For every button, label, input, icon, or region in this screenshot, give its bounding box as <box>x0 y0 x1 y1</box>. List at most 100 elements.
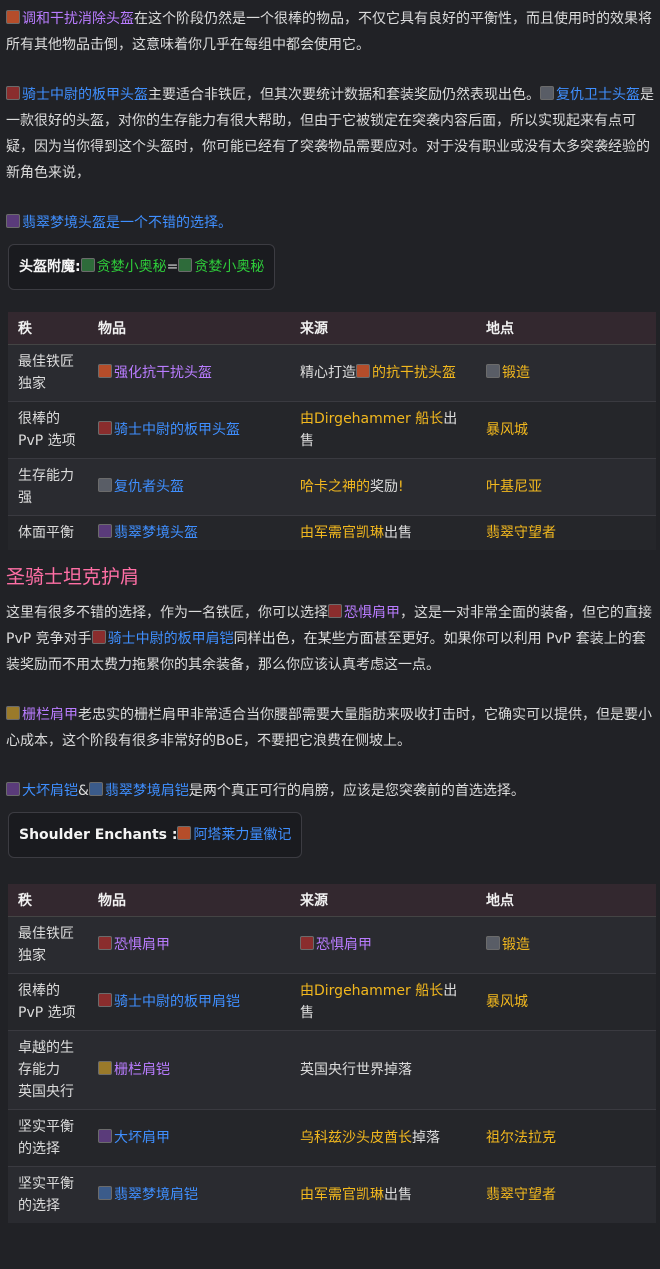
item-link[interactable]: 翡翠梦境头盔 <box>22 215 106 231</box>
helm-item-icon <box>6 10 20 24</box>
item-link[interactable]: 恐惧肩甲 <box>344 605 400 621</box>
rank-cell: 卓越的生存能力 英国央行 <box>8 1030 88 1110</box>
source-link[interactable]: 的抗干扰头盔 <box>372 365 456 381</box>
enchant-label: Shoulder Enchants : <box>19 827 178 843</box>
table-row: 卓越的生存能力 英国央行 栅栏肩铠 英国央行世界掉落 <box>8 1030 656 1110</box>
source-link[interactable]: 恐惧肩甲 <box>316 937 372 953</box>
guide-content: 调和干扰消除头盔在这个阶段仍然是一个很棒的物品，不仅它具有良好的平衡性，而且使用… <box>0 0 660 1223</box>
anvil-icon <box>486 364 500 378</box>
item-icon <box>98 364 112 378</box>
quest-marker-icon: ! <box>398 479 404 495</box>
helm-item-icon <box>6 214 20 228</box>
helm-item-icon <box>540 86 554 100</box>
location-link[interactable]: 翡翠守望者 <box>486 1187 556 1203</box>
enchant-icon <box>178 258 193 272</box>
shoulder-enchant-box: Shoulder Enchants : 阿塔莱力量徽记 <box>8 812 303 858</box>
item-link[interactable]: 骑士中尉的板甲头盔 <box>114 422 240 438</box>
item-icon <box>98 1061 112 1075</box>
column-header: 秩 <box>8 312 88 345</box>
rank-cell: 体面平衡 <box>8 515 88 550</box>
rank-cell: 最佳铁匠独家 <box>8 916 88 974</box>
item-link[interactable]: 调和干扰消除头盔 <box>22 11 134 27</box>
rank-cell: 坚实平衡的选择 <box>8 1109 88 1167</box>
location-link[interactable]: 暴风城 <box>486 994 528 1010</box>
rank-cell: 生存能力强 <box>8 458 88 516</box>
item-link[interactable]: 翡翠梦境肩铠 <box>105 783 189 799</box>
item-link[interactable]: 复仇者头盔 <box>114 479 184 495</box>
item-link[interactable]: 栅栏肩铠 <box>114 1062 170 1078</box>
item-icon <box>98 1186 112 1200</box>
paragraph-helm-dream: 翡翠梦境头盔是一个不错的选择。 <box>6 210 654 236</box>
rank-cell: 坚实平衡的选择 <box>8 1166 88 1223</box>
item-link[interactable]: 阿塔莱力量徽记 <box>193 827 291 843</box>
item-link[interactable]: 强化抗干扰头盔 <box>114 365 212 381</box>
item-icon <box>300 936 314 950</box>
shoulder-item-icon <box>6 782 20 796</box>
paragraph-helm-options: 骑士中尉的板甲头盔主要适合非铁匠，但其次要统计数据和套装奖励仍然表现出色。 复仇卫… <box>6 86 654 181</box>
source-link[interactable]: 由Dirgehammer 船长 <box>300 411 443 427</box>
enchant-icon <box>177 826 192 840</box>
item-link[interactable]: 翡翠梦境头盔 <box>114 525 198 541</box>
source-link[interactable]: 由军需官凯琳 <box>300 525 384 541</box>
source-link[interactable]: 由Dirgehammer 船长 <box>300 983 443 999</box>
column-header: 物品 <box>88 884 290 917</box>
table-row: 很棒的 PvP 选项 骑士中尉的板甲肩铠 由Dirgehammer 船长出售 暴… <box>8 973 656 1031</box>
rank-cell: 很棒的 PvP 选项 <box>8 973 88 1031</box>
anvil-icon <box>486 936 500 950</box>
rank-cell: 很棒的 PvP 选项 <box>8 401 88 459</box>
item-icon <box>98 936 112 950</box>
table-row: 坚实平衡的选择 大坏肩甲 乌科兹沙头皮酋长掉落 祖尔法拉克 <box>8 1109 656 1167</box>
helm-table: 秩 物品 来源 地点 最佳铁匠独家 强化抗干扰头盔 精心打造 的抗干扰头盔 锻造 … <box>8 312 656 550</box>
helm-item-icon <box>6 86 20 100</box>
item-link[interactable]: 骑士中尉的板甲肩铠 <box>108 631 234 647</box>
item-icon <box>98 478 112 492</box>
source-link[interactable]: 乌科兹沙头皮酋长 <box>300 1130 412 1146</box>
shoulder-item-icon <box>328 604 342 618</box>
paragraph-shoulder-choice: 大坏肩铠& 翡翠梦境肩铠是两个真正可行的肩膀，应该是您突袭前的首选选择。 <box>6 778 654 804</box>
paragraph-helm-intro: 调和干扰消除头盔在这个阶段仍然是一个很棒的物品，不仅它具有良好的平衡性，而且使用… <box>6 10 652 53</box>
item-link[interactable]: 栅栏肩甲 <box>22 707 78 723</box>
shoulder-item-icon <box>6 706 20 720</box>
location-link[interactable]: 叶基尼亚 <box>486 479 542 495</box>
table-row: 体面平衡 翡翠梦境头盔 由军需官凯琳出售 翡翠守望者 <box>8 515 656 550</box>
item-link[interactable]: 恐惧肩甲 <box>114 937 170 953</box>
location-link[interactable]: 祖尔法拉克 <box>486 1130 556 1146</box>
column-header: 来源 <box>290 884 476 917</box>
item-link[interactable]: 大坏肩铠 <box>22 783 78 799</box>
item-icon <box>98 524 112 538</box>
item-link[interactable]: 大坏肩甲 <box>114 1130 170 1146</box>
source-link[interactable]: 由军需官凯琳 <box>300 1187 384 1203</box>
table-row: 最佳铁匠独家 强化抗干扰头盔 精心打造 的抗干扰头盔 锻造 <box>8 344 656 402</box>
enchant-icon <box>80 258 95 272</box>
column-header: 地点 <box>476 884 656 917</box>
shoulder-item-icon <box>91 630 106 644</box>
paragraph-shoulder-palisade: 栅栏肩甲老忠实的栅栏肩甲非常适合当你腰部需要大量脂肪来吸收打击时，它确实可以提供… <box>6 706 652 749</box>
item-link[interactable]: 翡翠梦境肩铠 <box>114 1187 198 1203</box>
item-link[interactable]: 贪婪小奥秘 <box>97 259 167 275</box>
item-link[interactable]: 复仇卫士头盔 <box>556 87 640 103</box>
location-link[interactable]: 锻造 <box>502 365 530 381</box>
table-row: 坚实平衡的选择 翡翠梦境肩铠 由军需官凯琳出售 翡翠守望者 <box>8 1166 656 1223</box>
shoulder-item-icon <box>88 782 103 796</box>
item-link[interactable]: 骑士中尉的板甲肩铠 <box>114 994 240 1010</box>
table-row: 很棒的 PvP 选项 骑士中尉的板甲头盔 由Dirgehammer 船长出售 暴… <box>8 401 656 459</box>
column-header: 物品 <box>88 312 290 345</box>
helm-enchant-box: 头盔附魔: 贪婪小奥秘= 贪婪小奥秘 <box>8 244 276 290</box>
paragraph-shoulder-intro: 这里有很多不错的选择，作为一名铁匠，你可以选择 恐惧肩甲，这是一对非常全面的装备，… <box>6 604 652 673</box>
location-link[interactable]: 锻造 <box>502 937 530 953</box>
column-header: 秩 <box>8 884 88 917</box>
source-link[interactable]: 哈卡之神的 <box>300 479 370 495</box>
shoulder-table: 秩 物品 来源 地点 最佳铁匠独家 恐惧肩甲 恐惧肩甲 锻造 很棒的 PvP 选… <box>8 884 656 1223</box>
location-link[interactable]: 暴风城 <box>486 422 528 438</box>
item-icon <box>98 1129 112 1143</box>
column-header: 地点 <box>476 312 656 345</box>
location-link[interactable]: 翡翠守望者 <box>486 525 556 541</box>
item-icon <box>98 421 112 435</box>
item-link[interactable]: 贪婪小奥秘 <box>194 259 264 275</box>
item-icon <box>356 364 370 378</box>
item-icon <box>98 993 112 1007</box>
source-cell: 英国央行世界掉落 <box>290 1030 476 1110</box>
rank-cell: 最佳铁匠独家 <box>8 344 88 402</box>
item-link[interactable]: 骑士中尉的板甲头盔 <box>22 87 148 103</box>
table-row: 生存能力强 复仇者头盔 哈卡之神的奖励! 叶基尼亚 <box>8 458 656 516</box>
